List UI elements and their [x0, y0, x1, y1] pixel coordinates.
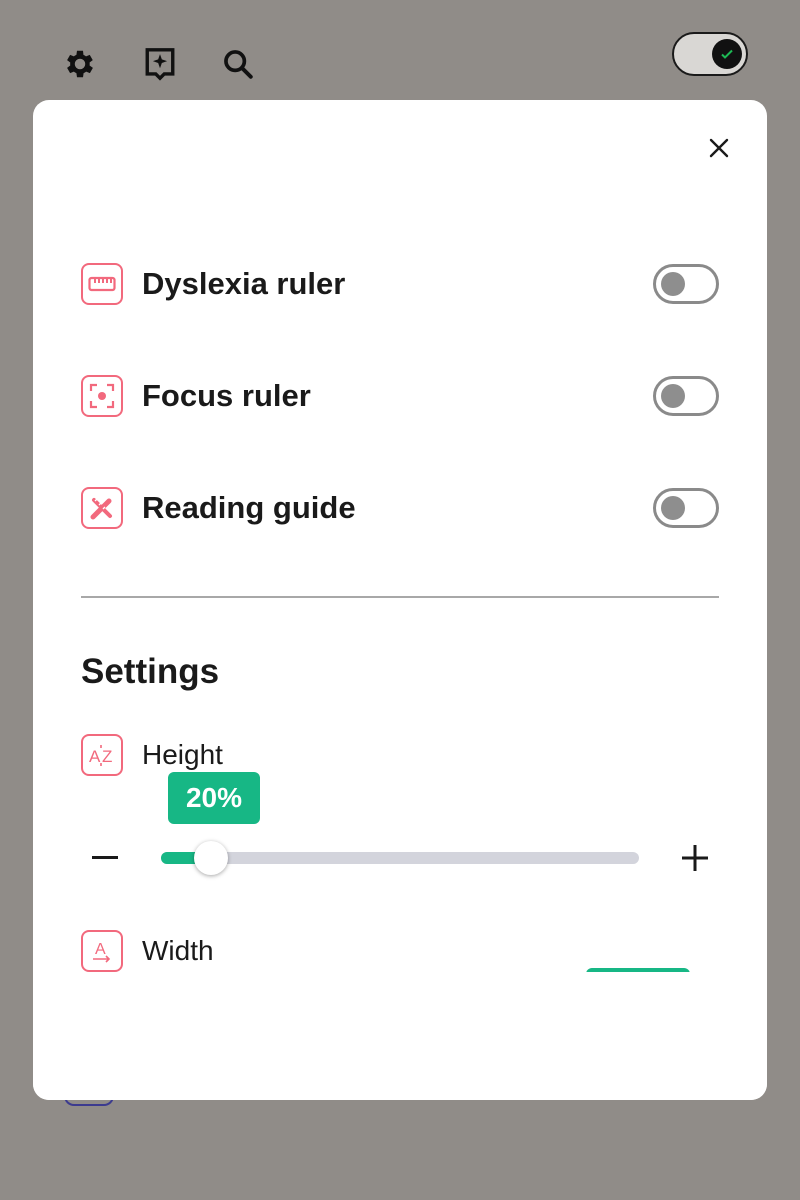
- svg-text:A: A: [95, 941, 106, 958]
- feature-label: Dyslexia ruler: [142, 266, 346, 301]
- width-setting-row: A Width: [81, 930, 214, 972]
- ruler-settings-modal: Dyslexia ruler Focus ruler Reading guide…: [33, 100, 767, 1100]
- ruler-icon: [81, 263, 123, 305]
- settings-title: Settings: [81, 652, 220, 691]
- check-icon: [721, 49, 733, 59]
- toggle-knob: [661, 496, 685, 520]
- toggle-knob: [661, 272, 685, 296]
- background-toggle[interactable]: [672, 32, 748, 76]
- text-height-icon: AZ: [81, 734, 123, 776]
- close-button[interactable]: [703, 132, 735, 164]
- minus-icon: [92, 856, 118, 859]
- width-label: Width: [142, 935, 214, 966]
- feature-label: Focus ruler: [142, 378, 311, 413]
- focus-icon: [81, 375, 123, 417]
- feature-row-reading-guide: Reading guide: [81, 484, 719, 532]
- close-icon: [709, 138, 729, 158]
- pencil-ruler-icon: [81, 487, 123, 529]
- feature-row-dyslexia-ruler: Dyslexia ruler: [81, 260, 719, 308]
- reading-guide-toggle[interactable]: [653, 488, 719, 528]
- dyslexia-ruler-toggle[interactable]: [653, 264, 719, 304]
- svg-text:A: A: [89, 747, 101, 766]
- sparkle-bookmark-icon[interactable]: [140, 44, 180, 84]
- feature-row-focus-ruler: Focus ruler: [81, 372, 719, 420]
- text-width-icon: A: [81, 930, 123, 972]
- height-slider-thumb[interactable]: [193, 841, 228, 875]
- focus-ruler-toggle[interactable]: [653, 376, 719, 416]
- height-setting-row: AZ Height: [81, 734, 223, 776]
- divider: [81, 596, 719, 598]
- svg-text:Z: Z: [102, 747, 112, 766]
- toggle-knob: [712, 39, 742, 69]
- toggle-knob: [661, 384, 685, 408]
- height-value-tooltip: 20%: [168, 772, 260, 824]
- gear-icon[interactable]: [60, 44, 100, 84]
- height-increase-button[interactable]: [673, 836, 717, 880]
- height-decrease-button[interactable]: [83, 836, 127, 880]
- modal-footer-space: [33, 972, 767, 1100]
- plus-icon: [682, 845, 708, 871]
- height-label: Height: [142, 739, 223, 770]
- search-icon[interactable]: [218, 44, 258, 84]
- feature-label: Reading guide: [142, 490, 356, 525]
- height-slider-track[interactable]: [161, 841, 639, 875]
